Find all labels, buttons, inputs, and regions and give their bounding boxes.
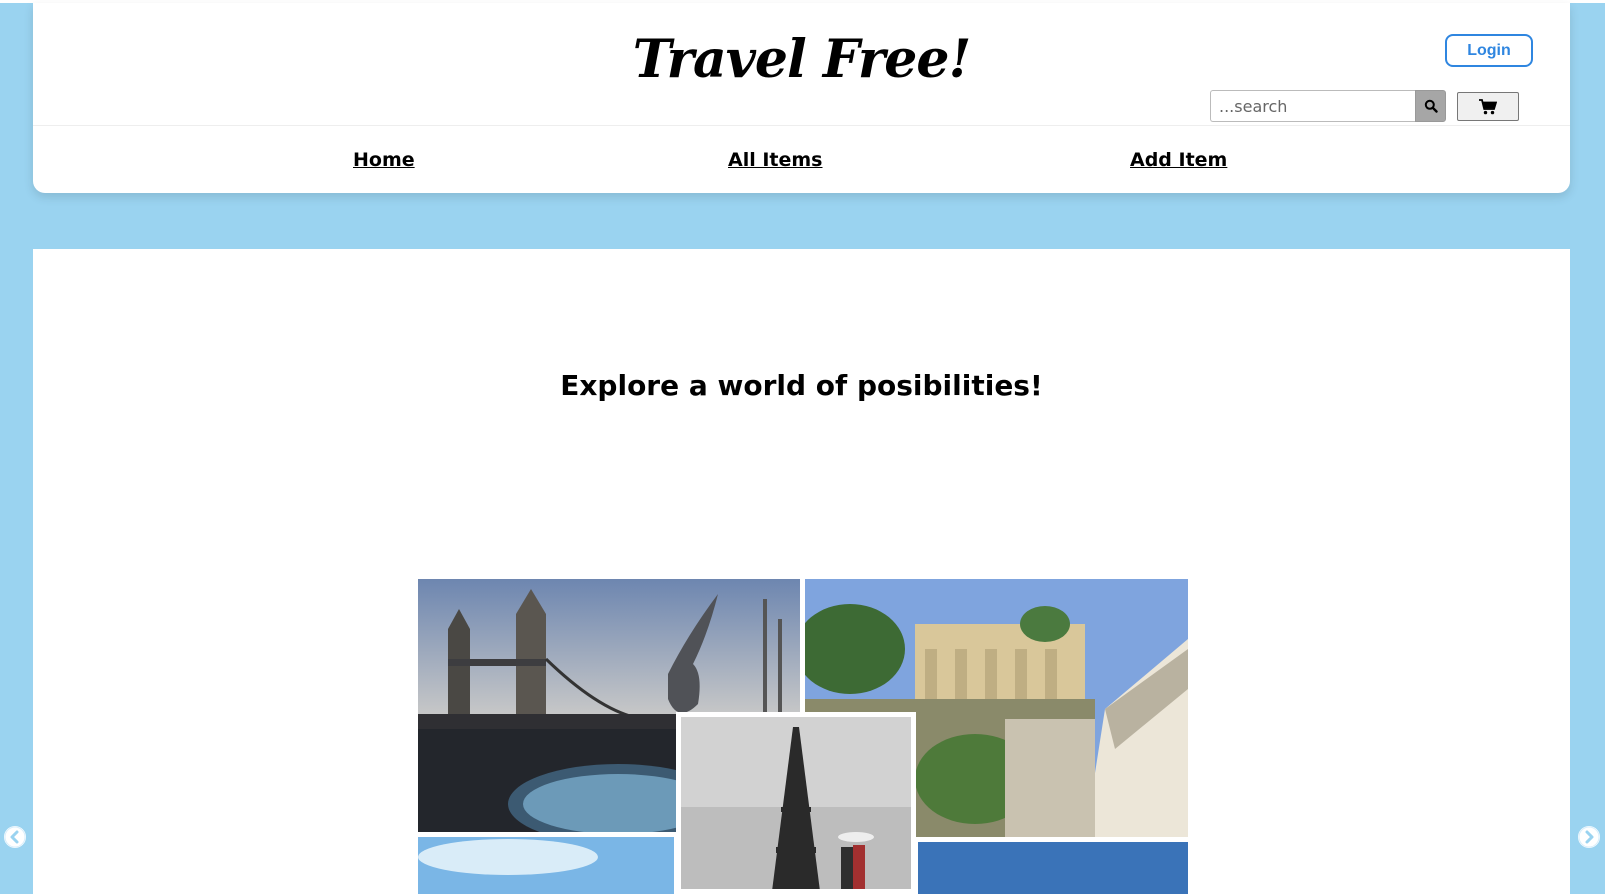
search-bar: [1210, 90, 1446, 122]
site-header: Travel Free! Login Home All Items Add It…: [33, 3, 1570, 193]
cart-icon: [1479, 98, 1497, 114]
eiffel-tower-photo: [676, 712, 916, 894]
search-button[interactable]: [1415, 90, 1446, 122]
main-content: Explore a world of posibilities!: [33, 249, 1570, 894]
travel-collage-image: [418, 579, 1188, 894]
carousel-prev-button[interactable]: [4, 826, 26, 848]
sky-photo-right: [918, 842, 1188, 894]
cart-button[interactable]: [1457, 92, 1519, 121]
nav-add-item[interactable]: Add Item: [1130, 149, 1227, 171]
hero-headline: Explore a world of posibilities!: [560, 369, 1043, 402]
carousel-next-button[interactable]: [1578, 826, 1600, 848]
login-button[interactable]: Login: [1445, 34, 1533, 67]
site-logo[interactable]: Travel Free!: [33, 29, 1570, 90]
chevron-left-icon: [4, 826, 26, 848]
nav-all-items[interactable]: All Items: [728, 149, 823, 171]
sky-photo-left: [418, 837, 674, 894]
search-input[interactable]: [1210, 90, 1415, 122]
header-divider: [33, 125, 1570, 126]
search-icon: [1424, 99, 1438, 113]
nav-home[interactable]: Home: [353, 149, 415, 171]
chevron-right-icon: [1578, 826, 1600, 848]
